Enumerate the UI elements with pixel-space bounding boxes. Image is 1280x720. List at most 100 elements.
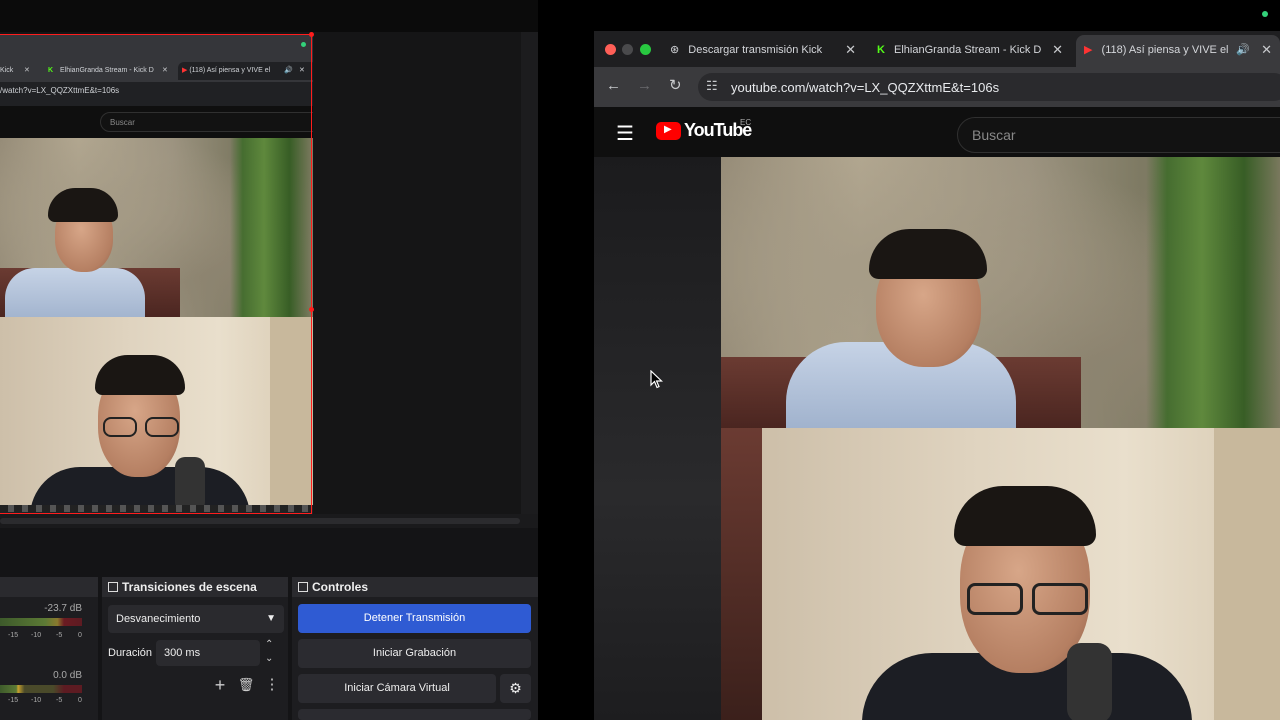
- video-host[interactable]: [762, 428, 1280, 720]
- tab-youtube[interactable]: ▶ (118) Así piensa y VIVE el 🔊 ✕: [1076, 35, 1280, 67]
- menu-icon[interactable]: ☰: [616, 121, 634, 146]
- chevron-up-icon[interactable]: ⌃: [265, 639, 273, 650]
- tab-descargar[interactable]: ⊛ Descargar transmisión Kick ✕: [664, 35, 864, 67]
- channel-1-meter: [0, 618, 82, 626]
- person-hair: [95, 355, 185, 395]
- preview-tab-3: ▶ (118) Así piensa y VIVE el 🔊 ✕: [178, 62, 313, 80]
- preview-tab-2: ElhianGranda Stream - Kick D: [60, 67, 154, 74]
- studio-mode-button[interactable]: [298, 709, 531, 720]
- glasses: [103, 417, 137, 437]
- tick: -5: [56, 632, 63, 639]
- close-icon[interactable]: ✕: [845, 35, 856, 65]
- vine-decoration: [230, 138, 313, 318]
- channel-2-meter: [0, 685, 82, 693]
- obs-window: Kick ✕ K ElhianGranda Stream - Kick D ✕ …: [0, 0, 538, 720]
- resize-handle[interactable]: [309, 32, 314, 37]
- video-guest[interactable]: [721, 157, 1280, 429]
- browser-window: ⊛ Descargar transmisión Kick ✕ K ElhianG…: [594, 31, 1280, 720]
- reload-icon[interactable]: ↻: [669, 76, 682, 94]
- kick-icon: K: [877, 44, 885, 56]
- youtube-sidebar-area: [594, 157, 721, 720]
- scroll-thumb[interactable]: [0, 518, 520, 524]
- minimize-window-icon[interactable]: [622, 44, 633, 55]
- preview-source[interactable]: Kick ✕ K ElhianGranda Stream - Kick D ✕ …: [0, 34, 313, 514]
- youtube-search-input[interactable]: Buscar: [957, 117, 1280, 153]
- close-icon: ✕: [24, 67, 30, 74]
- url-text[interactable]: youtube.com/watch?v=LX_QQZXttmE&t=106s: [731, 80, 999, 95]
- mouse-cursor-icon: [650, 370, 663, 389]
- microphone: [175, 457, 205, 512]
- audio-mixer-header: [0, 577, 98, 597]
- microphone: [1067, 643, 1112, 720]
- back-icon[interactable]: ←: [606, 77, 621, 94]
- transitions-header: Transiciones de escena: [102, 577, 288, 597]
- tab-youtube-label: (118) Así piensa y VIVE el: [1101, 44, 1229, 56]
- speaker-icon[interactable]: 🔊: [1236, 35, 1250, 65]
- forward-icon[interactable]: →: [637, 77, 652, 94]
- vine-decoration: [1146, 157, 1280, 429]
- kick-icon: K: [48, 67, 54, 74]
- dock-icon: [298, 582, 308, 592]
- preview-tab-3-label: (118) Así piensa y VIVE el: [189, 67, 271, 74]
- duration-label: Duración: [108, 647, 153, 659]
- preview-video-host: [0, 317, 313, 512]
- play-icon: ▶: [664, 124, 672, 135]
- transition-select[interactable]: Desvanecimiento ▼: [108, 605, 284, 633]
- country-code: EC: [740, 118, 752, 127]
- speaker-icon: 🔊: [284, 67, 293, 74]
- stop-stream-button[interactable]: Detener Transmisión: [298, 604, 531, 633]
- glasses: [967, 583, 1023, 615]
- preview-tab-1: Kick: [0, 67, 14, 74]
- obs-top-bar: [0, 0, 538, 32]
- preview-url: /watch?v=LX_QQZXttmE&t=106s: [0, 86, 120, 95]
- glasses: [145, 417, 179, 437]
- dock-icon: [108, 582, 118, 592]
- channel-1-db: -23.7 dB: [44, 603, 82, 614]
- close-icon: ✕: [162, 67, 168, 74]
- resize-handle[interactable]: [309, 307, 314, 312]
- tick: 0: [78, 697, 82, 704]
- close-icon: ✕: [299, 67, 305, 74]
- tick: 0: [78, 632, 82, 639]
- controls-panel: Controles Detener Transmisión Iniciar Gr…: [292, 577, 538, 720]
- site-info-icon[interactable]: ☷: [706, 78, 718, 94]
- person-hair: [48, 188, 118, 222]
- openai-icon: ⊛: [670, 44, 680, 56]
- start-recording-button[interactable]: Iniciar Grabación: [298, 639, 531, 668]
- preview-status-dot: [301, 42, 306, 47]
- controls-title: Controles: [312, 580, 369, 594]
- transitions-title: Transiciones de escena: [122, 580, 257, 594]
- tab-kick-label: ElhianGranda Stream - Kick D: [894, 44, 1042, 56]
- duration-input[interactable]: 300 ms: [156, 640, 260, 666]
- youtube-logo-icon[interactable]: ▶: [656, 122, 681, 140]
- chevron-down-icon[interactable]: ⌄: [265, 653, 273, 664]
- more-icon[interactable]: ⋮: [262, 675, 282, 695]
- preview-strip: [0, 505, 313, 512]
- close-icon[interactable]: ✕: [1261, 35, 1272, 65]
- gear-icon[interactable]: ⚙: [500, 674, 531, 703]
- preview-horizontal-scroll[interactable]: [0, 514, 538, 528]
- tab-descargar-label: Descargar transmisión Kick: [688, 44, 823, 56]
- person-hair: [869, 229, 987, 279]
- scene-transitions-panel: Transiciones de escena Desvanecimiento ▼…: [102, 577, 288, 720]
- close-icon[interactable]: ✕: [1052, 35, 1063, 65]
- add-icon[interactable]: +: [210, 675, 230, 695]
- start-virtual-camera-button[interactable]: Iniciar Cámara Virtual: [298, 674, 496, 703]
- preview-scrollbar[interactable]: [521, 32, 538, 514]
- tick: -15: [8, 632, 19, 639]
- person-shirt: [5, 268, 145, 318]
- chevron-down-icon: ▼: [266, 613, 276, 624]
- controls-header: Controles: [292, 577, 538, 597]
- preview-search: Buscar: [100, 112, 313, 132]
- status-dot: [1262, 11, 1268, 17]
- tick: -15: [8, 697, 19, 704]
- tick: -10: [31, 697, 42, 704]
- person-hair: [954, 486, 1096, 546]
- tick: -5: [56, 697, 63, 704]
- maximize-window-icon[interactable]: [640, 44, 651, 55]
- tab-kick[interactable]: K ElhianGranda Stream - Kick D ✕: [871, 35, 1071, 67]
- channel-2-db: 0.0 dB: [53, 670, 82, 681]
- close-window-icon[interactable]: [605, 44, 616, 55]
- trash-icon[interactable]: 🗑: [236, 675, 256, 695]
- preview-video-guest: [0, 138, 313, 318]
